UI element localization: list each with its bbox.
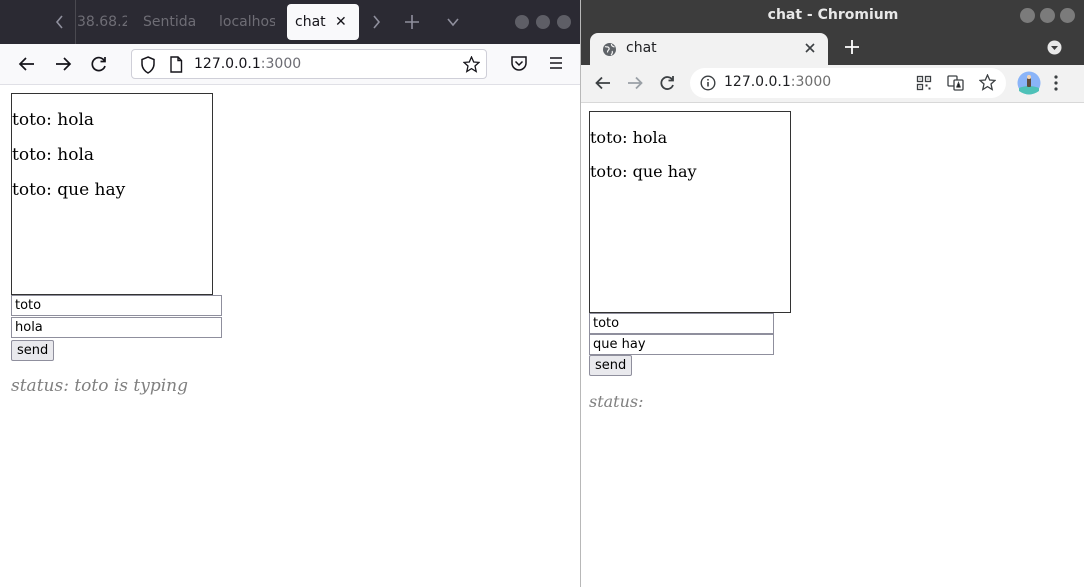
tab-label: localhos: [219, 14, 275, 30]
minimize-icon[interactable]: [1020, 8, 1035, 23]
tab-label: 38.68.2: [77, 14, 127, 30]
url-host: 127.0.0.1: [194, 56, 261, 72]
name-input[interactable]: toto: [11, 295, 222, 316]
url-text: 127.0.0.1:3000: [724, 74, 831, 90]
firefox-tab-chat[interactable]: chat ✕: [287, 4, 359, 40]
status-text: status: toto is typing: [11, 376, 189, 396]
page-info-icon[interactable]: [169, 56, 183, 73]
translate-icon[interactable]: [947, 75, 964, 91]
message-item: toto: que hay: [590, 162, 697, 181]
message-item: toto: hola: [590, 128, 668, 147]
tab-label: Sentida: [143, 14, 197, 30]
url-text: 127.0.0.1:3000: [194, 56, 301, 72]
firefox-tab-3[interactable]: localhos: [219, 0, 275, 44]
globe-icon: [602, 42, 617, 57]
back-arrow-icon[interactable]: [594, 74, 612, 92]
forward-arrow-icon[interactable]: [53, 54, 73, 74]
message-item: toto: hola: [12, 110, 95, 130]
more-options-icon[interactable]: [1053, 74, 1059, 92]
avatar[interactable]: [1017, 71, 1041, 95]
tab-scroll-right-icon[interactable]: [370, 0, 382, 44]
back-arrow-icon[interactable]: [17, 54, 37, 74]
send-button[interactable]: send: [589, 355, 633, 376]
chromium-title-bar: chat - Chromium: [581, 0, 1084, 31]
firefox-tab-2[interactable]: Sentida: [143, 0, 199, 44]
reload-icon[interactable]: [658, 74, 676, 92]
tab-separator: [75, 0, 76, 44]
message-input[interactable]: que hay: [589, 334, 774, 355]
site-info-icon[interactable]: [700, 75, 716, 91]
chromium-window: chat - Chromium chat 127.0.0.1:3000 toto…: [580, 0, 1084, 587]
pocket-icon[interactable]: [510, 54, 530, 74]
chromium-omnibox[interactable]: 127.0.0.1:3000: [690, 68, 1006, 98]
list-all-tabs-icon[interactable]: [446, 0, 460, 44]
firefox-page-content: toto: hola toto: hola toto: que hay toto…: [0, 85, 580, 587]
reload-icon[interactable]: [89, 54, 109, 74]
bookmark-star-icon[interactable]: [979, 74, 996, 91]
new-tab-icon[interactable]: [844, 39, 860, 55]
shield-icon[interactable]: [140, 56, 156, 74]
tab-search-icon[interactable]: [1047, 40, 1062, 55]
close-window-icon[interactable]: [1060, 8, 1075, 23]
tab-label: chat: [295, 14, 326, 30]
status-text: status:: [589, 392, 644, 411]
close-window-icon[interactable]: [557, 15, 571, 29]
messages-box[interactable]: toto: hola toto: que hay: [589, 111, 791, 313]
tab-label: chat: [626, 40, 657, 56]
close-tab-icon[interactable]: [804, 42, 816, 54]
name-input[interactable]: toto: [589, 313, 774, 334]
firefox-navigation-bar: 127.0.0.1:3000: [0, 44, 580, 85]
bookmark-star-icon[interactable]: [463, 56, 480, 73]
url-host: 127.0.0.1: [724, 74, 791, 90]
firefox-url-bar[interactable]: 127.0.0.1:3000: [131, 49, 487, 79]
chromium-tab-strip: chat: [581, 31, 1084, 65]
minimize-icon[interactable]: [515, 15, 529, 29]
chromium-tab-chat[interactable]: chat: [590, 33, 828, 65]
url-port: :3000: [790, 74, 832, 90]
firefox-tab-1[interactable]: 38.68.2: [77, 0, 127, 44]
send-button[interactable]: send: [11, 340, 55, 361]
close-tab-icon[interactable]: ✕: [335, 4, 347, 40]
maximize-icon[interactable]: [536, 15, 550, 29]
tab-scroll-left-icon[interactable]: [54, 0, 66, 44]
menu-icon[interactable]: [547, 54, 567, 74]
window-title: chat - Chromium: [767, 7, 899, 23]
chromium-page-content: toto: hola toto: que hay toto que hay se…: [581, 103, 1084, 587]
maximize-icon[interactable]: [1040, 8, 1055, 23]
message-item: toto: hola: [12, 145, 95, 165]
new-tab-icon[interactable]: [404, 0, 420, 44]
qr-code-icon[interactable]: [916, 75, 932, 91]
firefox-window: 38.68.2 Sentida localhos chat ✕ 127.0.0.…: [0, 0, 580, 587]
message-input[interactable]: hola: [11, 317, 222, 338]
message-item: toto: que hay: [12, 180, 126, 200]
firefox-tab-bar: 38.68.2 Sentida localhos chat ✕: [0, 0, 580, 44]
chromium-toolbar: 127.0.0.1:3000: [581, 65, 1084, 103]
messages-box[interactable]: toto: hola toto: hola toto: que hay: [11, 93, 213, 295]
forward-arrow-icon[interactable]: [626, 74, 644, 92]
url-port: :3000: [260, 56, 302, 72]
